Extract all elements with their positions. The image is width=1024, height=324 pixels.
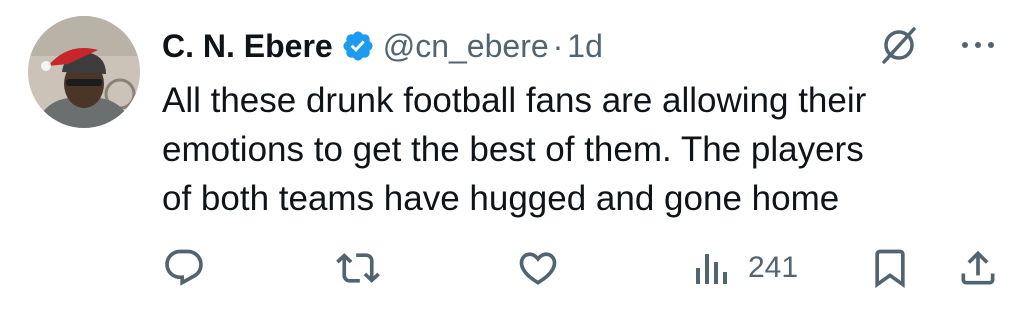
timestamp[interactable]: 1d [567, 28, 603, 65]
share-button[interactable] [956, 246, 1000, 290]
like-button[interactable] [516, 246, 560, 290]
reply-icon [165, 249, 203, 286]
handle[interactable]: @cn_ebere [383, 28, 549, 65]
avatar-image [28, 16, 140, 128]
views-count: 241 [748, 251, 799, 284]
tweet-text-line: emotions to get the best of them. The pl… [162, 130, 864, 169]
tweet-text-line: All these drunk football fans are allowi… [162, 81, 867, 120]
tweet[interactable]: C. N. Ebere @cn_ebere · 1d All these dru… [0, 0, 1024, 324]
more-icon[interactable] [956, 30, 1000, 60]
verified-badge-icon [341, 29, 375, 63]
bookmark-icon [875, 249, 905, 289]
separator-dot: · [552, 27, 564, 64]
bookmark-button[interactable] [868, 246, 912, 290]
views-button[interactable]: 241 [692, 246, 798, 290]
retweet-button[interactable] [336, 246, 380, 290]
reply-button[interactable] [162, 246, 206, 290]
retweet-icon [336, 253, 380, 283]
display-name[interactable]: C. N. Ebere [162, 28, 333, 65]
share-icon [961, 250, 995, 285]
avatar[interactable] [28, 16, 140, 128]
grok-icon[interactable] [878, 24, 920, 66]
views-icon [696, 254, 727, 284]
tweet-text-line: of both teams have hugged and gone home [162, 179, 840, 218]
like-icon [519, 252, 557, 285]
tweet-header: C. N. Ebere @cn_ebere · 1d [162, 24, 603, 68]
tweet-text: All these drunk football fans are allowi… [162, 76, 1002, 223]
